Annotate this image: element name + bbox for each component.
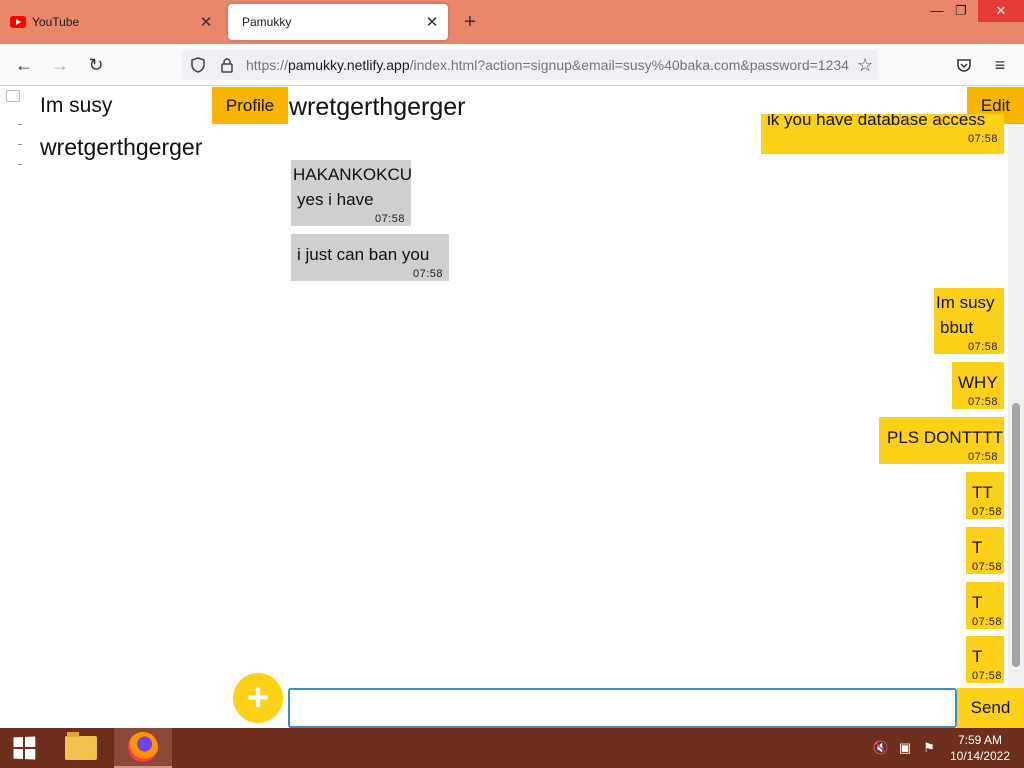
close-tab-icon[interactable]: ✕ [420,10,444,34]
system-clock[interactable]: 7:59 AM 10/14/2022 [944,732,1016,764]
message-bubble: i just can ban you 07:58 [291,234,449,281]
network-icon[interactable]: ▣ [894,728,916,768]
message-bubble: T 07:58 [966,527,1004,574]
file-explorer-button[interactable] [52,728,110,768]
reload-icon[interactable]: ↻ [82,52,110,78]
profile-button[interactable]: Profile [212,87,288,124]
message-bubble: HAKANKOKCU yes i have 07:58 [291,160,413,226]
url-text: https://pamukky.netlify.app/index.html?a… [246,57,849,73]
youtube-icon [10,16,26,28]
menu-icon[interactable]: ≡ [986,52,1014,78]
restore-button[interactable]: ❐ [946,0,976,22]
forward-icon[interactable]: → [46,52,74,78]
firefox-icon [128,732,158,762]
volume-muted-icon[interactable]: 🔇 [870,728,892,768]
shield-icon[interactable] [185,52,211,78]
plus-icon: + [246,677,270,719]
divider [18,124,22,125]
message-time: 07:58 [967,133,998,145]
screen: YouTube ✕ Pamukky ✕ + — ❐ ✕ ← → ↻ https:… [0,0,1024,768]
message-sender: HAKANKOKCU [293,165,413,184]
divider [18,144,22,145]
add-attachment-button[interactable]: + [233,673,283,723]
flag-alert-icon[interactable]: ⚑ [918,728,940,768]
message-text: bbut [940,318,974,337]
tab-youtube[interactable]: YouTube ✕ [0,4,222,40]
broken-image-icon [6,90,20,102]
message-time: 07:58 [967,341,998,353]
message-time: 07:58 [412,268,443,280]
bookmark-star-icon[interactable]: ☆ [852,52,878,78]
address-bar[interactable]: https://pamukky.netlify.app/index.html?a… [182,50,878,80]
url-path: /index.html?action=signup&email=susy%40b… [409,57,850,73]
message-text: Im susy [936,293,995,312]
message-text: T [972,593,983,612]
message-time: 07:58 [972,616,1003,628]
tab-pamukky[interactable]: Pamukky ✕ [228,4,448,40]
side-strip [0,86,34,176]
user-name: Im susy [40,94,113,117]
message-time: 07:58 [972,561,1003,573]
message-text: TT [972,483,993,502]
clock-time: 7:59 AM [957,733,1003,747]
message-bubble: ik you have database access 07:58 [761,114,1004,154]
message-bubble: Im susy bbut 07:58 [934,288,1004,354]
message-bubble: T 07:58 [966,636,1004,683]
chat-title: wretgerthgerger [289,93,466,121]
message-time: 07:58 [374,213,405,225]
firefox-taskbar-button[interactable] [114,728,172,768]
browser-tab-bar: YouTube ✕ Pamukky ✕ + — ❐ ✕ [0,0,1024,44]
browser-toolbar: ← → ↻ https://pamukky.netlify.app/index.… [0,44,1024,86]
message-text: ik you have database access [767,114,986,129]
clock-date: 10/14/2022 [949,749,1011,763]
scrollbar-thumb[interactable] [1012,403,1020,667]
url-prefix: https:// [245,57,288,73]
pocket-icon[interactable] [950,52,978,78]
close-window-button[interactable]: ✕ [978,0,1024,22]
message-text: T [972,647,983,666]
message-text: WHY [958,373,998,392]
url-host: pamukky.netlify.app [287,57,410,73]
divider [18,164,22,165]
tab-title: YouTube [32,15,80,29]
close-tab-icon[interactable]: ✕ [194,10,218,34]
file-explorer-icon [65,732,97,760]
message-time: 07:58 [967,451,998,463]
messages-scrollbar[interactable]: ▼ [1008,126,1024,728]
windows-taskbar: 🔇 ▣ ⚑ 7:59 AM 10/14/2022 [0,728,1024,768]
message-bubble: WHY 07:58 [952,362,1004,409]
message-time: 07:58 [967,396,998,408]
chat-list-item[interactable]: wretgerthgerger [40,134,202,161]
message-text: yes i have [297,190,374,209]
start-button[interactable] [0,728,48,768]
windows-logo-icon [13,736,36,760]
chat-page: Im susy wretgerthgerger Profile wretgert… [0,86,1024,728]
message-text: i just can ban you [297,245,430,264]
message-input[interactable] [288,688,957,728]
send-button[interactable]: Send [957,688,1024,728]
message-bubble: PLS DONTTTT 07:58 [879,417,1004,464]
lock-icon[interactable] [214,52,240,78]
message-time: 07:58 [972,506,1003,518]
message-text: T [972,538,983,557]
new-tab-icon[interactable]: + [458,10,482,34]
tab-title: Pamukky [242,15,292,29]
message-time: 07:58 [972,670,1003,682]
back-icon[interactable]: ← [10,52,38,78]
message-text: PLS DONTTTT [887,428,1004,447]
message-bubble: TT 07:58 [966,472,1004,519]
message-bubble: T 07:58 [966,582,1004,629]
